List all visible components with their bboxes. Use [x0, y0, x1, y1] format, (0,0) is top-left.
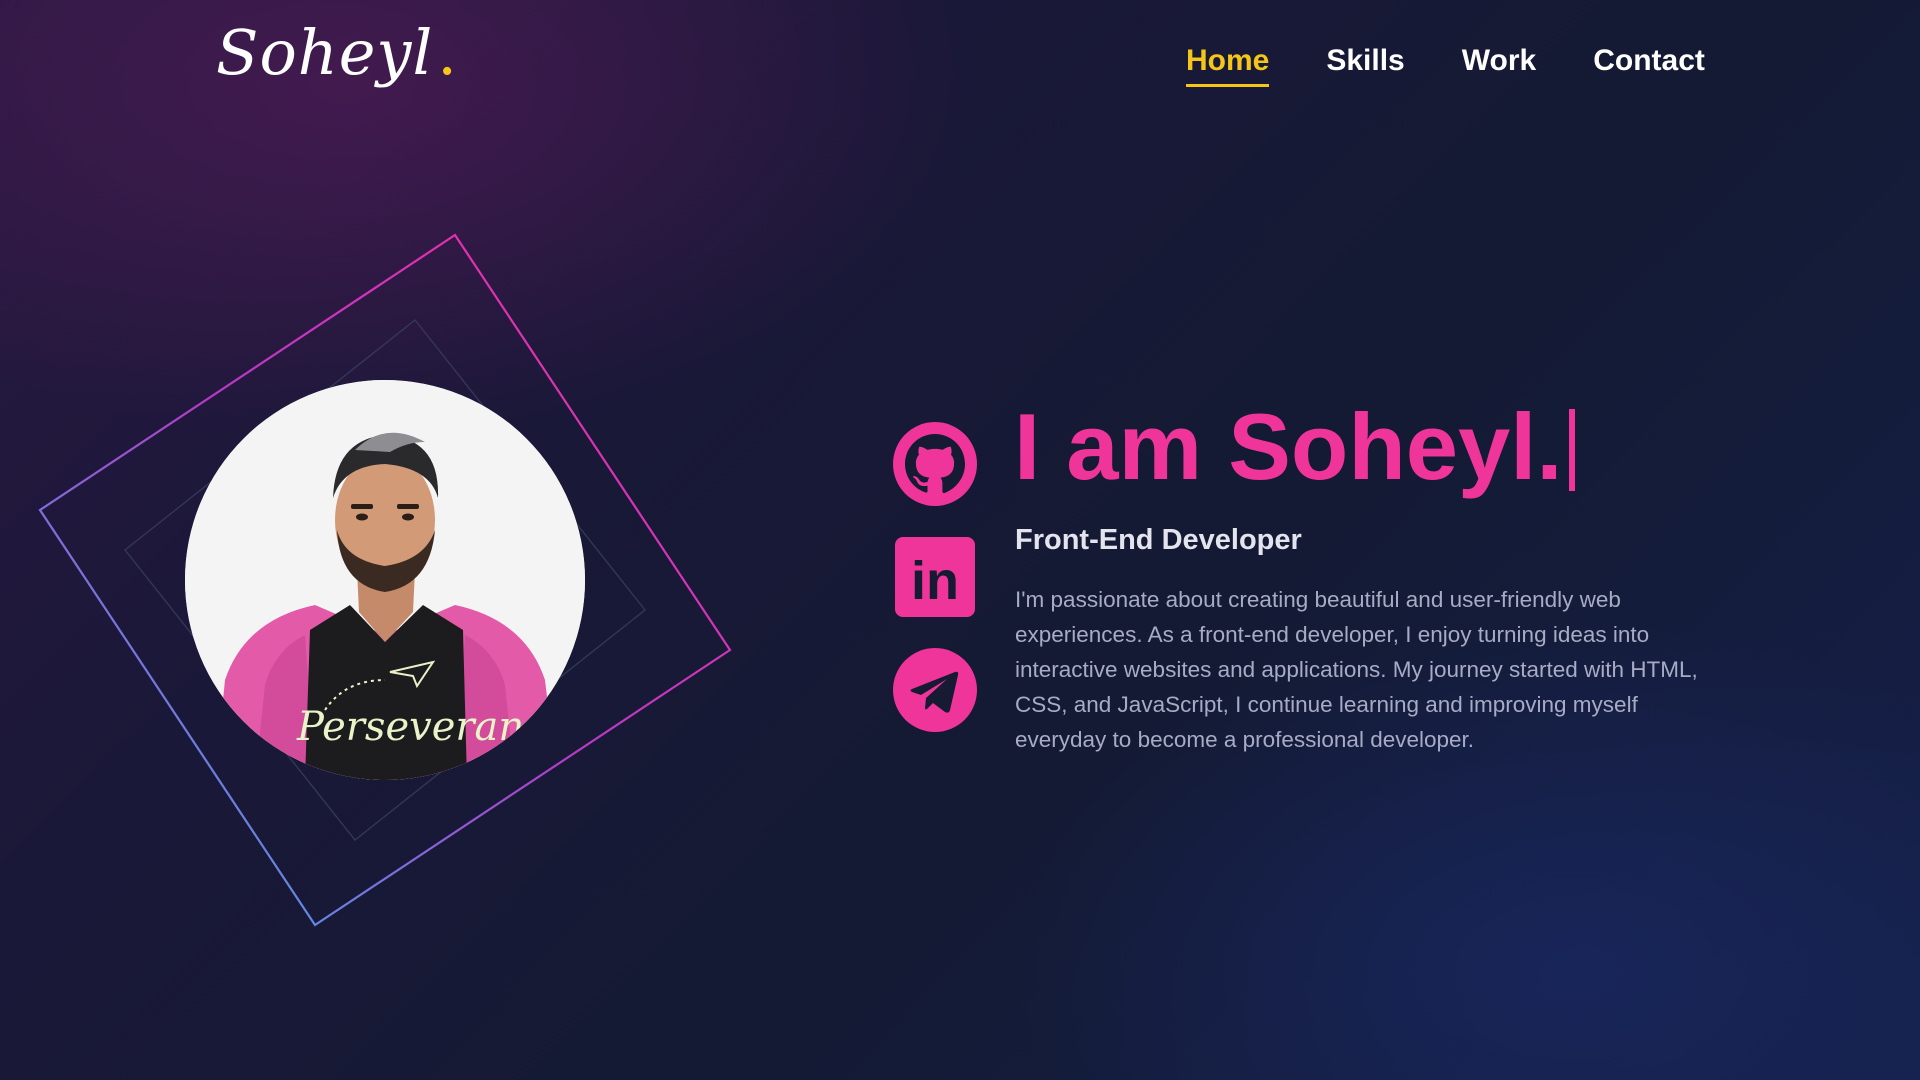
telegram-icon	[893, 648, 977, 732]
linkedin-glyph: in	[911, 551, 959, 611]
typing-cursor	[1568, 409, 1575, 491]
nav-link-home[interactable]: Home	[1186, 44, 1270, 87]
telegram-link[interactable]	[891, 646, 979, 734]
linkedin-link[interactable]: in	[891, 533, 979, 621]
nav-link-contact[interactable]: Contact	[1593, 44, 1705, 87]
hero-bio: I'm passionate about creating beautiful …	[1015, 587, 1698, 752]
profile-photo: Perseveran	[185, 380, 585, 780]
social-links: in	[891, 420, 979, 734]
linkedin-icon: in	[895, 537, 975, 617]
main-nav: Home Skills Work Contact	[1186, 44, 1705, 87]
shirt-print-text: Perseveran	[296, 704, 524, 750]
hero-role: Front-End Developer	[1015, 524, 1302, 556]
github-link[interactable]	[891, 420, 979, 508]
github-icon	[893, 422, 977, 506]
nav-link-work[interactable]: Work	[1462, 44, 1536, 87]
nav-link-skills[interactable]: Skills	[1326, 44, 1404, 87]
hero-title-text: I am Soheyl.	[1014, 394, 1563, 499]
hero-title: I am Soheyl.	[1014, 397, 1575, 497]
